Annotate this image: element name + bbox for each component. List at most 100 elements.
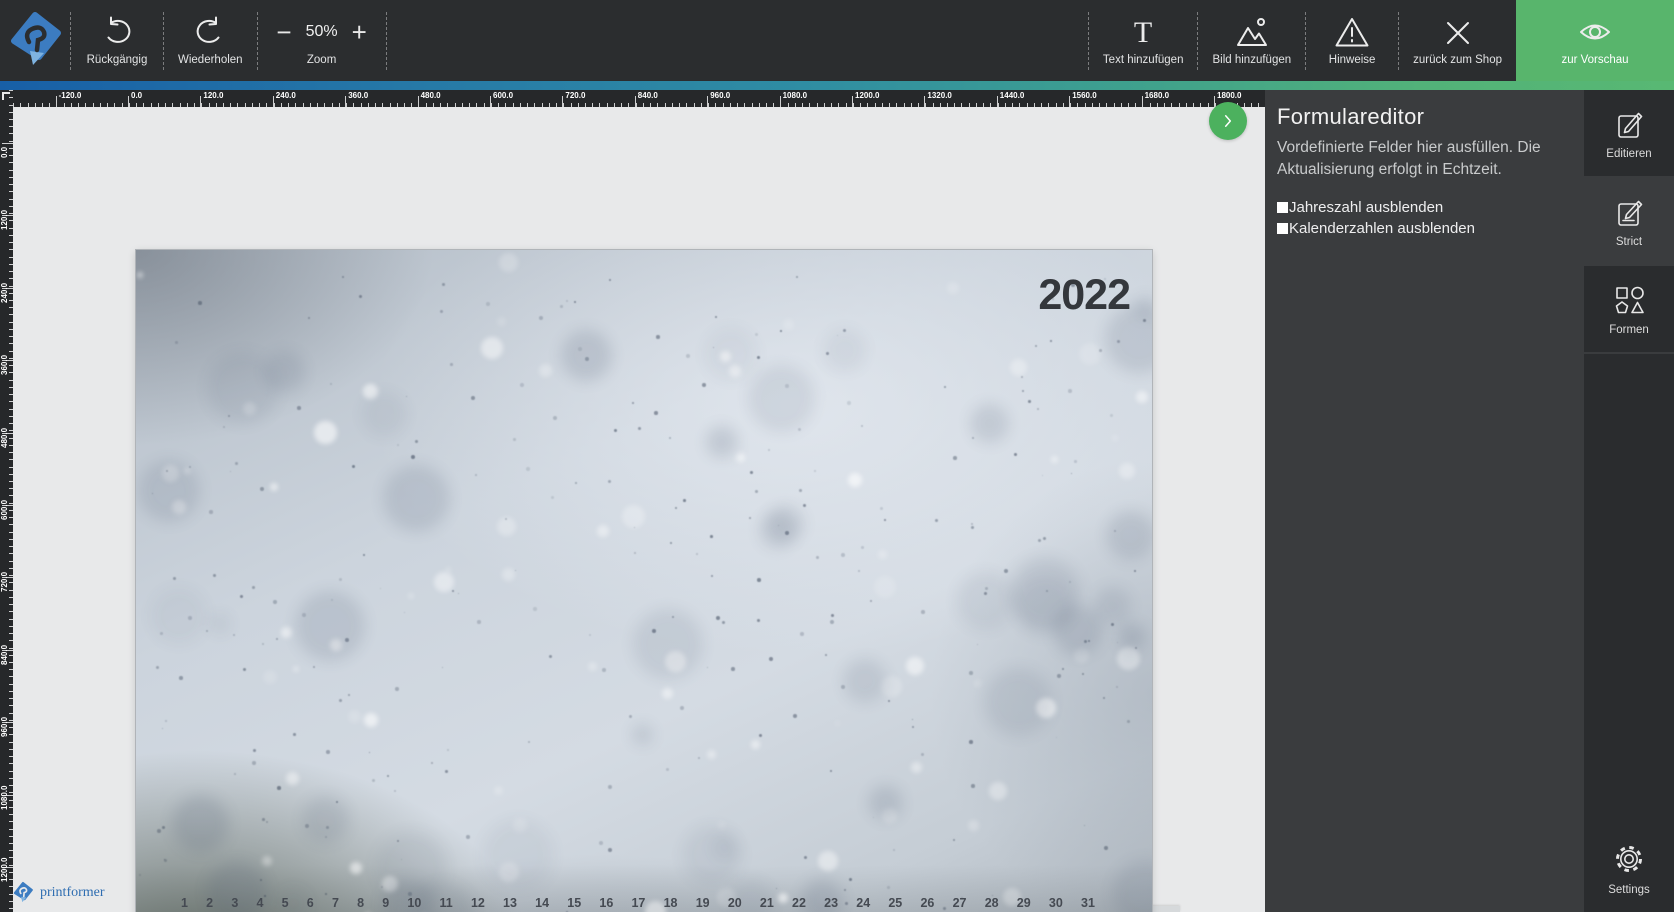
hide-year-label: Jahreszahl ausblenden [1289, 199, 1443, 216]
calendar-day-number: 18 [664, 896, 678, 910]
hide-year-checkbox-row[interactable]: Jahreszahl ausblenden [1277, 199, 1574, 216]
undo-button[interactable]: Rückgängig [71, 0, 163, 81]
year-text[interactable]: 2022 [1038, 274, 1130, 317]
calendar-day-number: 4 [256, 896, 263, 910]
right-icon-rail: Editieren Strict Formen [1584, 90, 1674, 912]
back-to-shop-button[interactable]: zurück zum Shop [1399, 0, 1516, 81]
zoom-value: 50% [306, 23, 338, 41]
calendar-day-number: 20 [728, 896, 742, 910]
gear-icon [1611, 841, 1647, 877]
tab-editieren[interactable]: Editieren [1584, 90, 1674, 176]
photo-droplet-texture [136, 250, 1152, 912]
back-to-shop-label: zurück zum Shop [1413, 54, 1502, 66]
edit-icon [1612, 107, 1646, 141]
zoom-in-button[interactable]: + [352, 21, 367, 43]
calendar-day-number: 5 [282, 896, 289, 910]
chevron-right-icon [1217, 110, 1239, 132]
image-icon [1234, 16, 1270, 48]
calendar-day-number: 11 [440, 896, 453, 910]
calendar-day-number: 26 [920, 896, 934, 910]
hints-label: Hinweise [1329, 54, 1376, 66]
add-image-button[interactable]: Bild hinzufügen [1198, 0, 1305, 81]
shapes-icon [1611, 283, 1647, 317]
ruler-origin-corner [2, 92, 10, 100]
undo-label: Rückgängig [87, 54, 148, 66]
calendar-day-number: 17 [631, 896, 645, 910]
panel-collapse-button[interactable] [1209, 102, 1247, 140]
calendar-day-number: 29 [1017, 896, 1031, 910]
calendar-day-number: 14 [535, 896, 549, 910]
calendar-day-number: 22 [792, 896, 806, 910]
preview-button[interactable]: zur Vorschau [1516, 0, 1674, 81]
settings-button[interactable]: Settings [1584, 841, 1674, 912]
redo-icon [193, 16, 227, 48]
calendar-page-canvas[interactable]: 2022 12345678910111213141516171819202122… [136, 250, 1152, 912]
hints-button[interactable]: Hinweise [1306, 0, 1398, 81]
add-text-label: Text hinzufügen [1103, 54, 1184, 66]
zoom-label: Zoom [307, 54, 336, 66]
edit-lines-icon [1612, 195, 1646, 229]
close-icon [1444, 16, 1472, 48]
calendar-day-number: 10 [407, 896, 421, 910]
rail-filler: Settings [1584, 354, 1674, 912]
form-editor-panel: Formulareditor Vordefinierte Felder hier… [1265, 90, 1584, 912]
redo-button[interactable]: Wiederholen [164, 0, 257, 81]
hide-calendar-numbers-checkbox-row[interactable]: Kalenderzahlen ausblenden [1277, 220, 1574, 237]
undo-icon [100, 16, 134, 48]
text-icon: T [1128, 16, 1158, 48]
calendar-day-number: 27 [953, 896, 967, 910]
hide-calendar-numbers-checkbox[interactable] [1277, 223, 1288, 234]
warning-icon [1334, 16, 1370, 48]
eye-icon [1577, 16, 1613, 48]
hide-year-checkbox[interactable] [1277, 202, 1288, 213]
tab-strict[interactable]: Strict [1584, 178, 1674, 264]
preview-label: zur Vorschau [1561, 54, 1628, 66]
calendar-day-number: 15 [567, 896, 581, 910]
zoom-controls: − 50% + Zoom [258, 0, 386, 81]
calendar-day-number: 30 [1049, 896, 1063, 910]
panel-title: Formulareditor [1277, 104, 1574, 130]
calendar-day-number: 31 [1081, 896, 1095, 910]
calendar-day-number: 21 [760, 896, 774, 910]
printformer-editor-app: Rückgängig Wiederholen − 50% + Zoom [0, 0, 1674, 912]
calendar-day-number: 28 [985, 896, 999, 910]
tab-formen[interactable]: Formen [1584, 266, 1674, 352]
zoom-out-button[interactable]: − [276, 21, 291, 43]
calendar-day-number: 12 [471, 896, 485, 910]
calendar-day-number: 19 [696, 896, 710, 910]
calendar-day-number: 7 [332, 896, 339, 910]
calendar-day-number: 24 [856, 896, 870, 910]
redo-label: Wiederholen [178, 54, 243, 66]
calendar-day-number: 8 [357, 896, 364, 910]
panel-description: Vordefinierte Felder hier ausfüllen. Die… [1277, 137, 1577, 181]
settings-label: Settings [1608, 884, 1650, 896]
printformer-wordmark: printformer [40, 885, 105, 901]
printformer-logo[interactable] [0, 0, 70, 81]
calendar-day-number: 23 [824, 896, 838, 910]
calendar-day-number: 16 [599, 896, 613, 910]
vertical-ruler: 0.0120.0240.0360.0480.0600.0720.0840.096… [0, 90, 13, 912]
add-text-button[interactable]: T Text hinzufügen [1089, 0, 1198, 81]
printformer-footer-logo-icon [12, 881, 34, 905]
calendar-day-number: 9 [382, 896, 389, 910]
calendar-day-number: 3 [231, 896, 238, 910]
calendar-day-number: 25 [888, 896, 902, 910]
add-image-label: Bild hinzufügen [1212, 54, 1291, 66]
tab-strict-label: Strict [1616, 236, 1642, 248]
toolbar-spacer [387, 0, 1088, 81]
calendar-day-number: 6 [307, 896, 314, 910]
tab-editieren-label: Editieren [1606, 148, 1651, 160]
svg-text:T: T [1134, 16, 1152, 48]
top-toolbar: Rückgängig Wiederholen − 50% + Zoom [0, 0, 1674, 81]
calendar-day-number: 13 [503, 896, 517, 910]
horizontal-ruler: -120.00.0120.0240.0360.0480.0600.0720.08… [13, 90, 1265, 107]
calendar-day-number: 1 [181, 896, 188, 910]
printformer-footer-brand[interactable]: printformer [12, 881, 105, 905]
hide-calendar-numbers-label: Kalenderzahlen ausblenden [1289, 220, 1475, 237]
brand-gradient-bar [0, 81, 1674, 90]
calendar-day-number: 2 [206, 896, 213, 910]
tab-formen-label: Formen [1609, 324, 1649, 336]
workspace: 2022 12345678910111213141516171819202122… [13, 107, 1265, 912]
printformer-logo-icon [6, 11, 64, 71]
calendar-day-numbers-row: 1234567891011121314151617181920212223242… [181, 896, 1095, 910]
